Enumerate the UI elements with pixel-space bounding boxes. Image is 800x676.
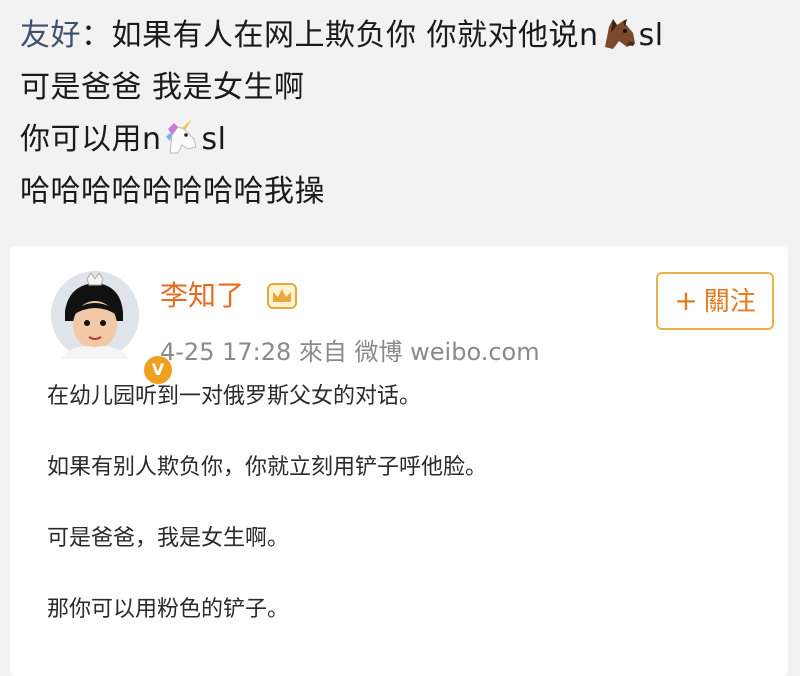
sender-separator: ： — [81, 18, 112, 53]
chat-line-1-text: 如果有人在网上欺负你 你就对他说n — [111, 18, 599, 53]
avatar-illustration — [51, 271, 139, 359]
plus-icon: + — [674, 284, 698, 317]
chat-line-3-text: 你可以用n — [20, 122, 162, 157]
post-paragraph: 如果有别人欺负你，你就立刻用铲子呼他脸。 — [47, 455, 488, 480]
crown-icon — [267, 283, 297, 309]
follow-button[interactable]: + 關注 — [656, 272, 774, 330]
sender-name: 友好 — [20, 18, 81, 53]
unicorn-face-icon — [165, 119, 197, 154]
avatar[interactable]: V — [51, 271, 175, 387]
horse-face-icon — [604, 19, 635, 49]
chat-line-1-end: sl — [638, 18, 664, 53]
weibo-post-card: V 李知了 4-25 17:28 來自 微博 weibo.com + 關注 在幼儿… — [10, 246, 788, 676]
username[interactable]: 李知了 — [160, 274, 244, 314]
chat-line-4: 哈哈哈哈哈哈哈哈我操 — [20, 174, 325, 209]
chat-line-2: 可是爸爸 我是女生啊 — [20, 70, 305, 105]
chat-message: 友好：如果有人在网上欺负你 你就对他说n sl 可是爸爸 我是女生啊 你可以用n… — [20, 10, 780, 218]
post-paragraph: 在幼儿园听到一对俄罗斯父女的对话。 — [47, 384, 422, 409]
post-body: 在幼儿园听到一对俄罗斯父女的对话。 如果有别人欺负你，你就立刻用铲子呼他脸。 可… — [47, 382, 767, 666]
post-paragraph: 那你可以用粉色的铲子。 — [47, 597, 290, 622]
post-meta: 4-25 17:28 來自 微博 weibo.com — [160, 338, 540, 366]
chat-line-3: 你可以用n sl — [20, 114, 780, 166]
follow-label: 關注 — [703, 287, 756, 317]
chat-line-3-end: sl — [201, 122, 227, 157]
post-paragraph: 可是爸爸，我是女生啊。 — [47, 526, 290, 551]
chat-line-1: 友好：如果有人在网上欺负你 你就对他说n sl — [20, 10, 780, 62]
